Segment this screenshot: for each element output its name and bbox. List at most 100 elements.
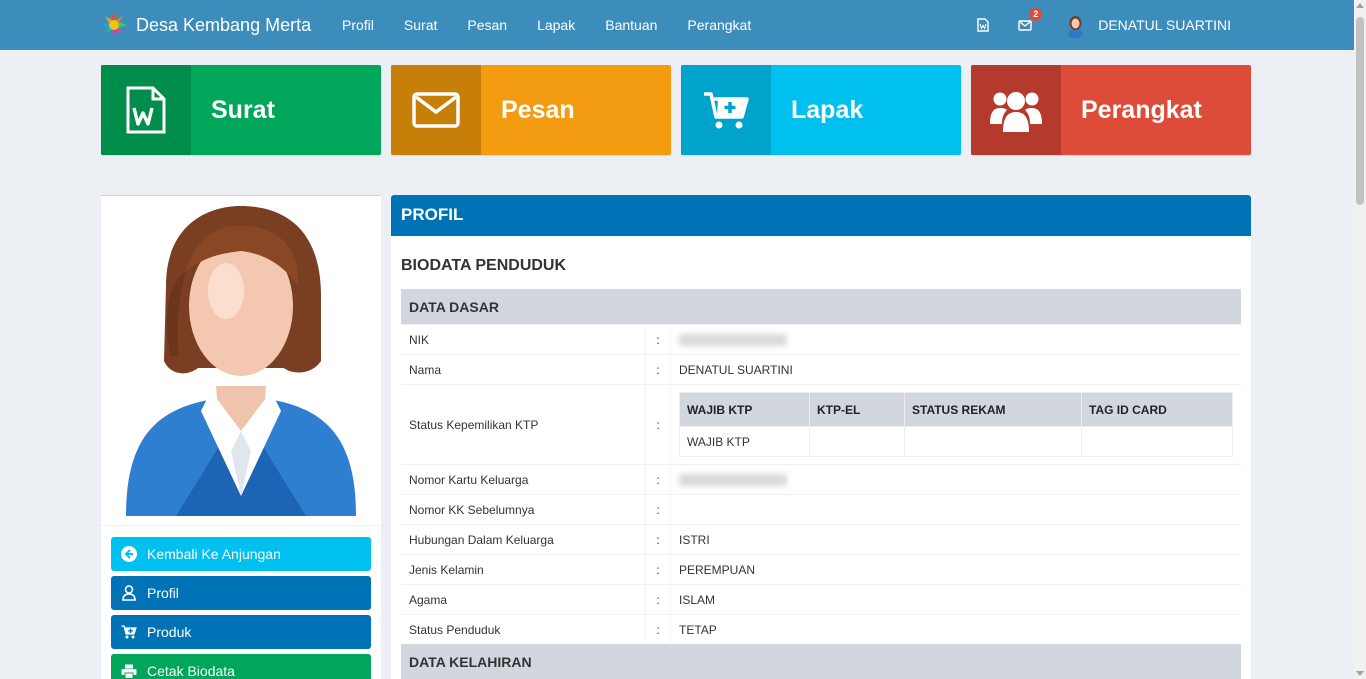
row-label: Status Penduduk: [401, 614, 646, 645]
ktp-header: TAG ID CARD: [1081, 392, 1233, 427]
group-title: DATA KELAHIRAN: [401, 644, 1241, 679]
ktp-status-cell: WAJIB KTP KTP-EL STATUS REKAM TAG ID CAR…: [670, 384, 1241, 465]
ktp-header: WAJIB KTP: [679, 392, 810, 427]
row-label: NIK: [401, 324, 646, 355]
row-label: Nomor Kartu Keluarga: [401, 464, 646, 495]
table-row: Status Penduduk : TETAP: [401, 614, 1241, 645]
row-separator: :: [645, 384, 671, 465]
scroll-up-arrow-icon[interactable]: [1356, 3, 1364, 8]
button-label: Kembali Ke Anjungan: [147, 546, 281, 562]
row-separator: :: [645, 554, 671, 585]
panel-header: PROFIL: [391, 195, 1251, 236]
profil-button[interactable]: Profil: [111, 576, 371, 610]
row-label: Hubungan Dalam Keluarga: [401, 524, 646, 555]
row-label: Nomor KK Sebelumnya: [401, 494, 646, 525]
ktp-cell: [1081, 426, 1233, 457]
table-row: Nomor Kartu Keluarga :: [401, 464, 1241, 495]
info-box-label: Perangkat: [1081, 95, 1202, 124]
cetak-biodata-button[interactable]: Cetak Biodata: [111, 654, 371, 679]
row-value: PEREMPUAN: [670, 554, 1241, 585]
scroll-down-arrow-icon[interactable]: [1356, 671, 1364, 676]
button-label: Cetak Biodata: [147, 663, 235, 679]
nav-right: 2 DENATUL SUARTINI: [962, 0, 1354, 50]
table-row: Status Kepemilikan KTP : WAJIB KTP KTP-E…: [401, 384, 1241, 465]
info-box-icon-wrap: [101, 65, 191, 155]
village-logo-icon: [101, 12, 127, 38]
row-separator: :: [645, 464, 671, 495]
profil-panel: PROFIL BIODATA PENDUDUK DATA DASAR NIK :…: [391, 195, 1251, 679]
document-button[interactable]: [962, 0, 1004, 50]
ktp-cell: [904, 426, 1082, 457]
nav-perangkat[interactable]: Perangkat: [672, 0, 766, 50]
nav-pesan[interactable]: Pesan: [452, 0, 522, 50]
produk-button[interactable]: Produk: [111, 615, 371, 649]
profile-photo: [101, 196, 381, 526]
ktp-header: KTP-EL: [809, 392, 905, 427]
info-box-label: Pesan: [501, 95, 575, 124]
document-icon: [977, 18, 989, 32]
row-separator: :: [645, 494, 671, 525]
group-header: DATA DASAR: [401, 289, 1241, 325]
group-title: DATA DASAR: [401, 289, 1241, 325]
row-value: TETAP: [670, 614, 1241, 645]
user-avatar: [1063, 12, 1089, 38]
cart-plus-icon: [121, 624, 137, 640]
brand[interactable]: Desa Kembang Merta: [100, 8, 311, 42]
table-row: NIK :: [401, 324, 1241, 355]
cart-plus-icon: [704, 92, 749, 129]
top-navbar: Desa Kembang Merta Profil Surat Pesan La…: [0, 0, 1354, 50]
row-value: DENATUL SUARTINI: [670, 354, 1241, 385]
nav-profil[interactable]: Profil: [327, 0, 389, 50]
female-avatar-icon: [126, 206, 356, 516]
button-label: Profil: [147, 585, 179, 601]
table-row: Jenis Kelamin : PEREMPUAN: [401, 554, 1241, 585]
ktp-header: STATUS REKAM: [904, 392, 1082, 427]
row-separator: :: [645, 524, 671, 555]
group-header: DATA KELAHIRAN: [401, 644, 1241, 679]
print-icon: [121, 663, 137, 679]
user-menu[interactable]: DENATUL SUARTINI: [1046, 0, 1354, 50]
row-label: Jenis Kelamin: [401, 554, 646, 585]
main-nav: Profil Surat Pesan Lapak Bantuan Perangk…: [327, 0, 766, 50]
table-row: Agama : ISLAM: [401, 584, 1241, 615]
row-label: Agama: [401, 584, 646, 615]
table-row: Nomor KK Sebelumnya :: [401, 494, 1241, 525]
nav-surat[interactable]: Surat: [389, 0, 452, 50]
button-label: Produk: [147, 624, 192, 640]
row-value: [670, 494, 1241, 525]
info-box-lapak[interactable]: Lapak: [681, 65, 961, 155]
info-box-label: Surat: [211, 95, 275, 124]
row-separator: :: [645, 584, 671, 615]
nav-bantuan[interactable]: Bantuan: [590, 0, 672, 50]
info-box-icon-wrap: [971, 65, 1061, 155]
table-row: Nama : DENATUL SUARTINI: [401, 354, 1241, 385]
page-scrollbar[interactable]: [1354, 0, 1366, 679]
biodata-table: DATA DASAR NIK : Nama : DENATUL SUARTINI…: [401, 289, 1241, 679]
info-box-surat[interactable]: Surat: [101, 65, 381, 155]
table-row: Hubungan Dalam Keluarga : ISTRI: [401, 524, 1241, 555]
nik-value-redacted: [670, 324, 1241, 355]
profile-card: Kembali Ke Anjungan Profil Produk Cetak …: [101, 195, 381, 679]
kk-value-redacted: [670, 464, 1241, 495]
row-value: ISLAM: [670, 584, 1241, 615]
info-box-icon-wrap: [391, 65, 481, 155]
info-box-perangkat[interactable]: Perangkat: [971, 65, 1251, 155]
row-value: ISTRI: [670, 524, 1241, 555]
ktp-cell: WAJIB KTP: [679, 426, 810, 457]
row-label: Nama: [401, 354, 646, 385]
panel-body: BIODATA PENDUDUK DATA DASAR NIK : Nama :…: [391, 257, 1251, 679]
ktp-status-table: WAJIB KTP KTP-EL STATUS REKAM TAG ID CAR…: [679, 392, 1233, 457]
message-count-badge: 2: [1029, 8, 1043, 21]
scroll-thumb[interactable]: [1356, 17, 1364, 205]
envelope-icon: [412, 92, 460, 128]
nav-lapak[interactable]: Lapak: [522, 0, 590, 50]
word-file-icon: [126, 86, 166, 134]
back-to-anjungan-button[interactable]: Kembali Ke Anjungan: [111, 537, 371, 571]
row-separator: :: [645, 354, 671, 385]
users-icon: [990, 92, 1042, 132]
section-title: BIODATA PENDUDUK: [401, 257, 567, 274]
row-separator: :: [645, 324, 671, 355]
user-icon: [121, 585, 137, 601]
info-box-pesan[interactable]: Pesan: [391, 65, 671, 155]
messages-button[interactable]: 2: [1004, 0, 1046, 50]
